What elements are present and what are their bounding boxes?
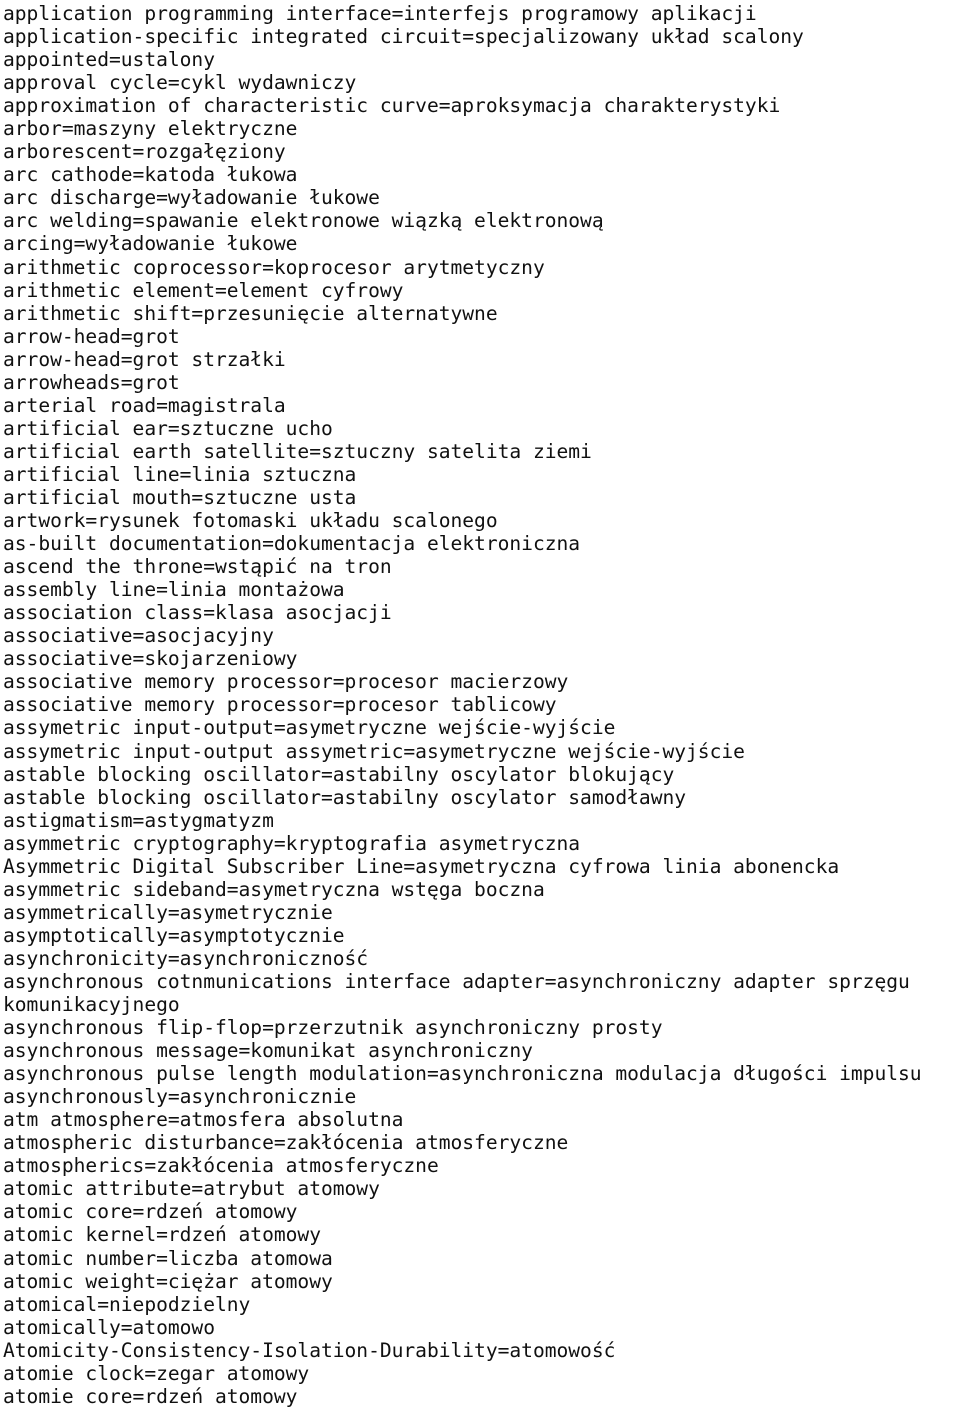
glossary-entry-line: astable blocking oscillator=astabilny os… [3,762,675,786]
glossary-entry-line: application-specific integrated circuit=… [3,25,804,49]
glossary-entry-line: arc discharge=wyładowanie łukowe [3,186,380,210]
glossary-entry-line: asynchronicity=asynchroniczność [3,946,369,970]
glossary-entry-line: atm atmosphere=atmosfera absolutna [3,1108,404,1132]
glossary-entry-line: atomic core=rdzeń atomowy [3,1200,298,1224]
glossary-entry-line: artificial mouth=sztuczne usta [3,485,357,509]
glossary-text-block: application programming interface=interf… [0,0,960,1408]
glossary-entry-line: arithmetic element=element cyfrowy [3,278,404,302]
glossary-entry-line: asynchronous cotnmunications interface a… [3,969,910,993]
glossary-entry-line: atomie clock=zegar atomowy [3,1361,310,1385]
glossary-entry-line: artificial ear=sztuczne ucho [3,416,333,440]
glossary-entry-line: arterial road=magistrala [3,393,286,417]
glossary-entry-line: associative memory processor=procesor ma… [3,670,569,694]
glossary-entry-line: artificial earth satellite=sztuczny sate… [3,439,592,463]
glossary-entry-line: arrowheads=grot [3,370,180,394]
glossary-entry-line: atomic kernel=rdzeń atomowy [3,1223,321,1247]
glossary-entry-line: artwork=rysunek fotomaski układu scalone… [3,509,498,533]
glossary-entry-line: arrow-head=grot strzałki [3,347,286,371]
glossary-entry-line: atomic attribute=atrybut atomowy [3,1177,380,1201]
glossary-entry-line: atomic weight=ciężar atomowy [3,1269,333,1293]
glossary-entry-line: asynchronously=asynchronicznie [3,1085,357,1109]
glossary-entry-line: appointed=ustalony [3,48,215,72]
glossary-entry-line: approximation of characteristic curve=ap… [3,94,781,118]
glossary-entry-line: associative memory processor=procesor ta… [3,693,557,717]
glossary-entry-line: atomie core=rdzeń atomowy [3,1384,298,1408]
glossary-entry-line: arborescent=rozgałęziony [3,140,286,164]
glossary-entry-line: asymmetrically=asymetrycznie [3,900,333,924]
glossary-entry-line: as-built documentation=dokumentacja elek… [3,532,581,556]
glossary-entry-line: atomical=niepodzielny [3,1292,251,1316]
glossary-entry-line: arithmetic shift=przesunięcie alternatyw… [3,301,498,325]
glossary-entry-line: arithmetic coprocessor=koprocesor arytme… [3,255,545,279]
glossary-entry-line: asynchronous pulse length modulation=asy… [3,1062,922,1086]
glossary-entry-line: arrow-head=grot [3,324,180,348]
glossary-entry-line: association class=klasa asocjacji [3,601,392,625]
glossary-entry-line: ascend the throne=wstąpić na tron [3,555,392,579]
glossary-entry-line: asymptotically=asymptotycznie [3,923,345,947]
glossary-entry-line: artificial line=linia sztuczna [3,462,357,486]
glossary-entry-line: komunikacyjnego [3,993,180,1017]
glossary-entry-line: assymetric input-output=asymetryczne wej… [3,716,616,740]
glossary-entry-line: asynchronous message=komunikat asynchron… [3,1039,533,1063]
glossary-entry-line: astable blocking oscillator=astabilny os… [3,785,687,809]
glossary-entry-line: atmospherics=zakłócenia atmosferyczne [3,1154,439,1178]
glossary-entry-line: arc welding=spawanie elektronowe wiązką … [3,209,604,233]
glossary-entry-line: arcing=wyładowanie łukowe [3,232,298,256]
glossary-entry-line: atomically=atomowo [3,1315,215,1339]
glossary-entry-line: atmospheric disturbance=zakłócenia atmos… [3,1131,569,1155]
glossary-entry-line: arc cathode=katoda łukowa [3,163,298,187]
glossary-entry-line: astigmatism=astygmatyzm [3,808,274,832]
glossary-entry-line: associative=asocjacyjny [3,624,274,648]
glossary-entry-line: associative=skojarzeniowy [3,647,298,671]
glossary-entry-line: application programming interface=interf… [3,2,757,25]
glossary-entry-line: approval cycle=cykl wydawniczy [3,71,357,95]
glossary-entry-line: atomic number=liczba atomowa [3,1246,333,1270]
glossary-entry-line: asymmetric sideband=asymetryczna wstęga … [3,877,545,901]
glossary-entry-line: Asymmetric Digital Subscriber Line=asyme… [3,854,840,878]
glossary-entry-line: asynchronous flip-flop=przerzutnik async… [3,1016,663,1040]
glossary-entry-line: assymetric input-output assymetric=asyme… [3,739,745,763]
glossary-entry-line: assembly line=linia montażowa [3,578,345,602]
glossary-entry-line: arbor=maszyny elektryczne [3,117,298,141]
glossary-entry-line: asymmetric cryptography=kryptografia asy… [3,831,581,855]
glossary-entry-line: Atomicity-Consistency-Isolation-Durabili… [3,1338,616,1362]
